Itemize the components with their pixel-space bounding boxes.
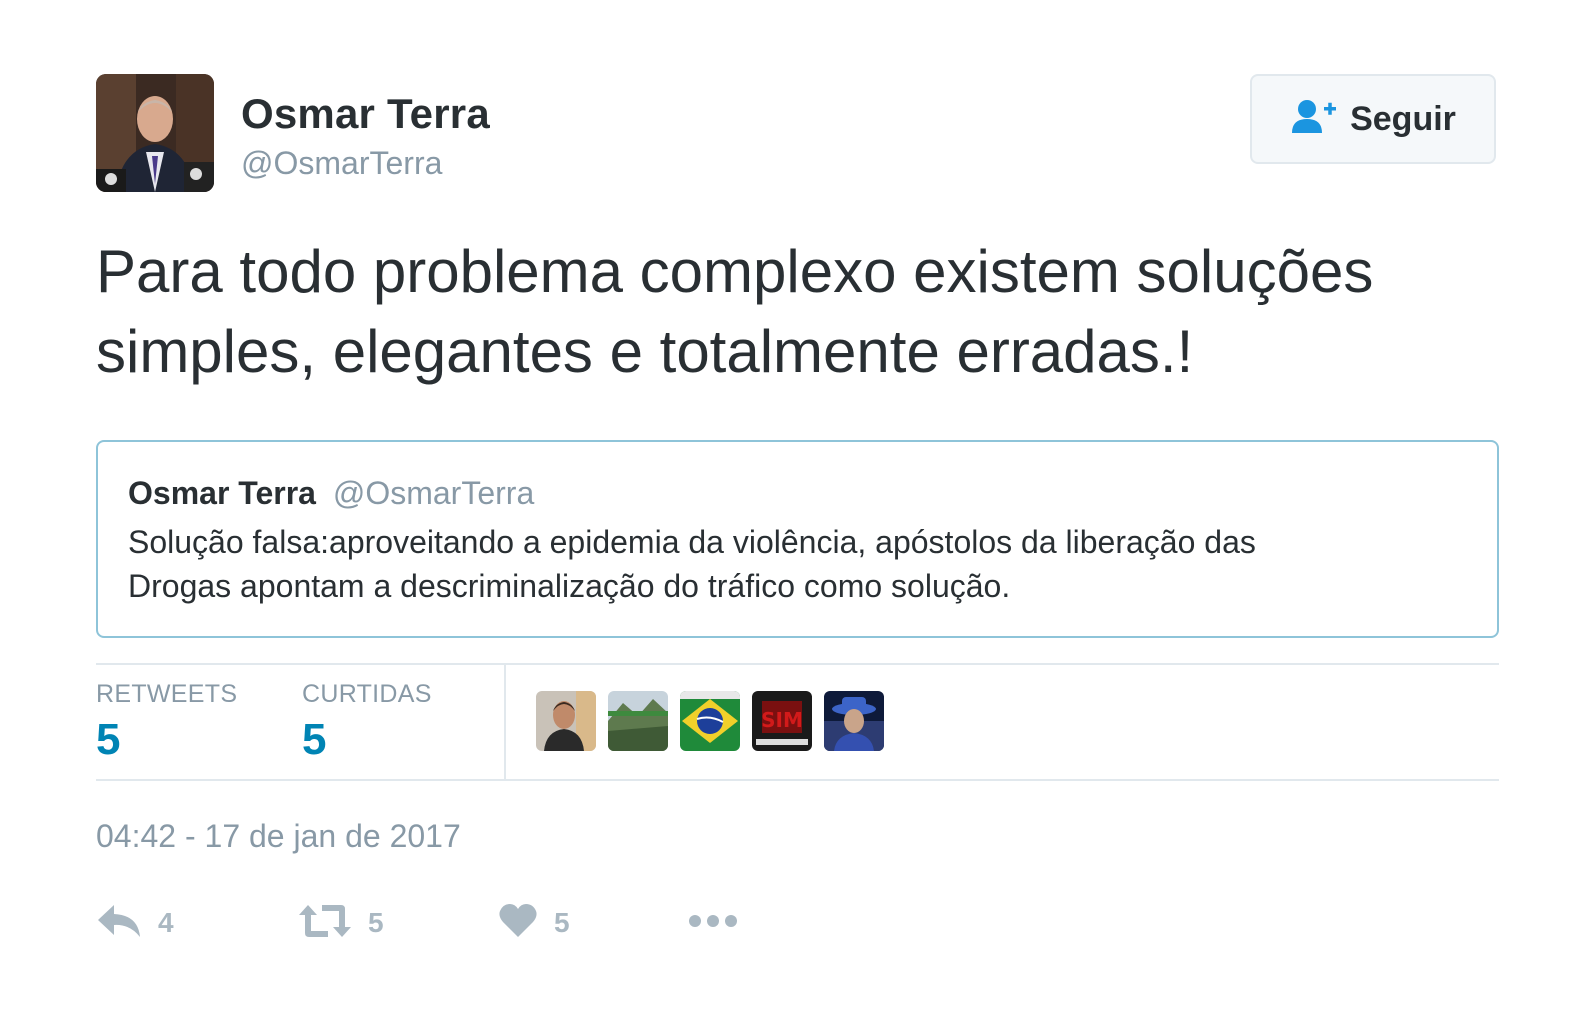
retweets-value: 5 [96,715,121,764]
retweet-button[interactable]: 5 [298,898,384,948]
author-name[interactable]: Osmar Terra [241,90,490,138]
reply-icon [96,903,142,944]
liker-avatar[interactable] [608,691,668,751]
follow-button[interactable]: Seguir [1250,74,1496,164]
author-handle[interactable]: @OsmarTerra [241,145,442,182]
svg-text:SIM: SIM [761,708,803,732]
liker-avatars: SIM [536,691,884,751]
quoted-tweet-header: Osmar Terra @OsmarTerra [128,474,1467,512]
retweets-label: RETWEETS [96,680,238,708]
quoted-author-handle: @OsmarTerra [332,475,535,511]
stats-bottom-divider [96,779,1499,781]
liker-avatar[interactable] [680,691,740,751]
author-avatar[interactable] [96,74,214,192]
reply-count: 4 [158,907,174,938]
add-user-icon [1290,99,1338,140]
quoted-tweet[interactable]: Osmar Terra @OsmarTerra Solução falsa:ap… [96,440,1499,638]
retweets-stat[interactable]: RETWEETS 5 [96,680,237,765]
reply-button[interactable]: 4 [96,898,174,948]
heart-icon [498,903,538,944]
likes-value: 5 [302,715,327,764]
tweet-text: Para todo problema complexo existem solu… [96,232,1516,392]
tweet-timestamp[interactable]: 04:42 - 17 de jan de 2017 [96,818,461,855]
stats-top-divider [96,663,1499,665]
retweet-count: 5 [368,907,384,938]
liker-avatar[interactable] [824,691,884,751]
more-icon [688,911,738,936]
quoted-tweet-text-line: Solução falsa:aproveitando a epidemia da… [128,524,1256,560]
retweet-icon [298,903,352,944]
quoted-author-name: Osmar Terra [128,475,316,511]
likes-stat[interactable]: CURTIDAS 5 [302,680,432,765]
liker-avatar[interactable] [536,691,596,751]
tweet-text-line: Para todo problema complexo existem solu… [96,238,1374,305]
like-count: 5 [554,907,570,938]
likes-label: CURTIDAS [302,680,432,708]
quoted-tweet-text: Solução falsa:aproveitando a epidemia da… [128,520,1467,608]
stats-vertical-divider [504,663,506,781]
liker-avatar[interactable]: SIM [752,691,812,751]
follow-button-label: Seguir [1350,99,1456,138]
quoted-tweet-text-line: Drogas apontam a descriminalização do tr… [128,568,1011,604]
tweet-text-line: simples, elegantes e totalmente erradas.… [96,318,1194,385]
like-button[interactable]: 5 [498,898,570,948]
more-button[interactable] [688,898,738,948]
